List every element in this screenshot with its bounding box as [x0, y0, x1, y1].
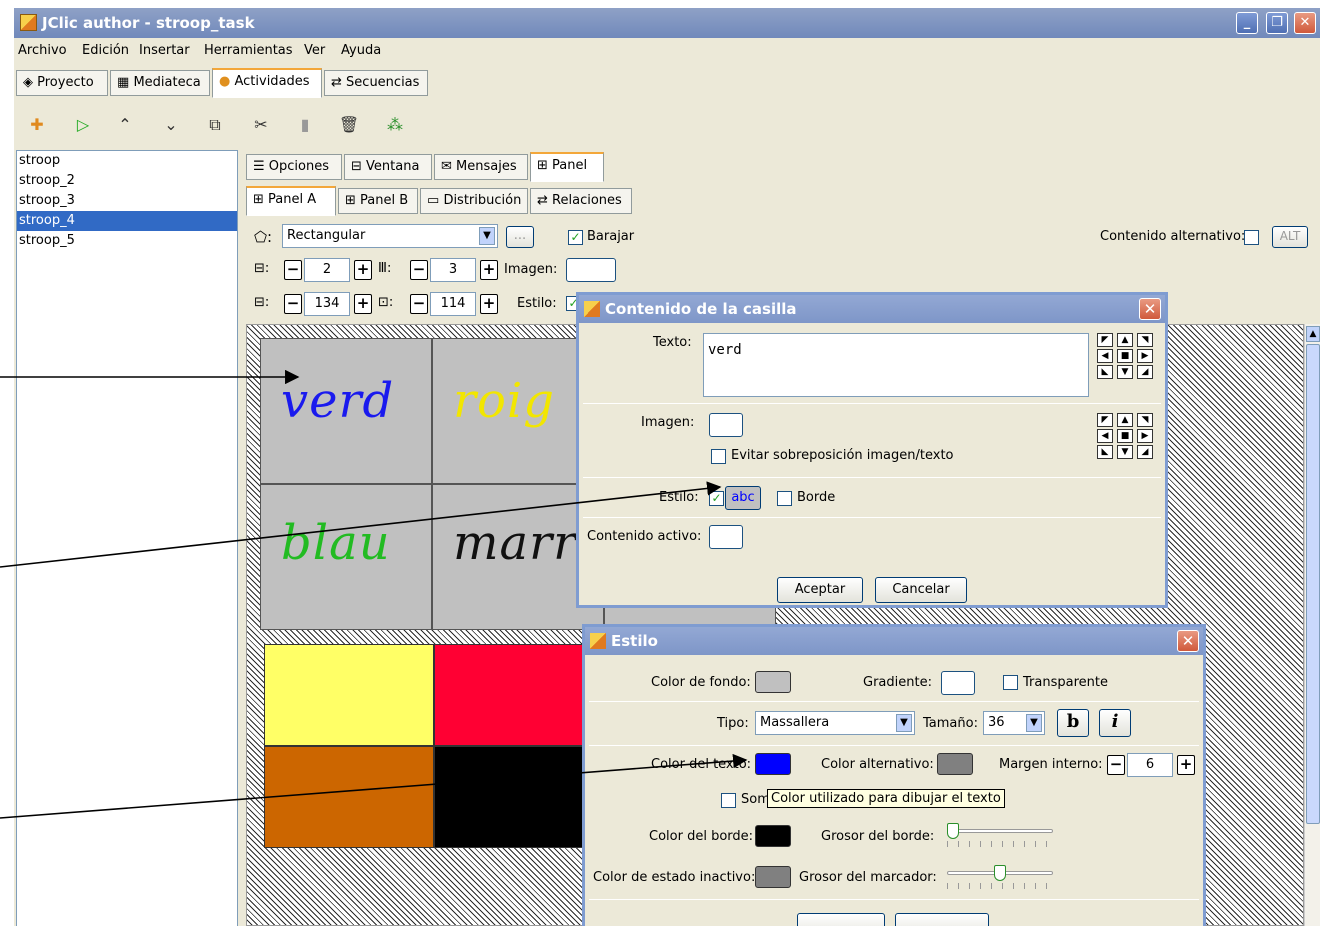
arrow-to-text-color: [0, 753, 748, 819]
arrow-to-style-checkbox: [0, 481, 722, 568]
annotation-arrows: [0, 369, 748, 819]
